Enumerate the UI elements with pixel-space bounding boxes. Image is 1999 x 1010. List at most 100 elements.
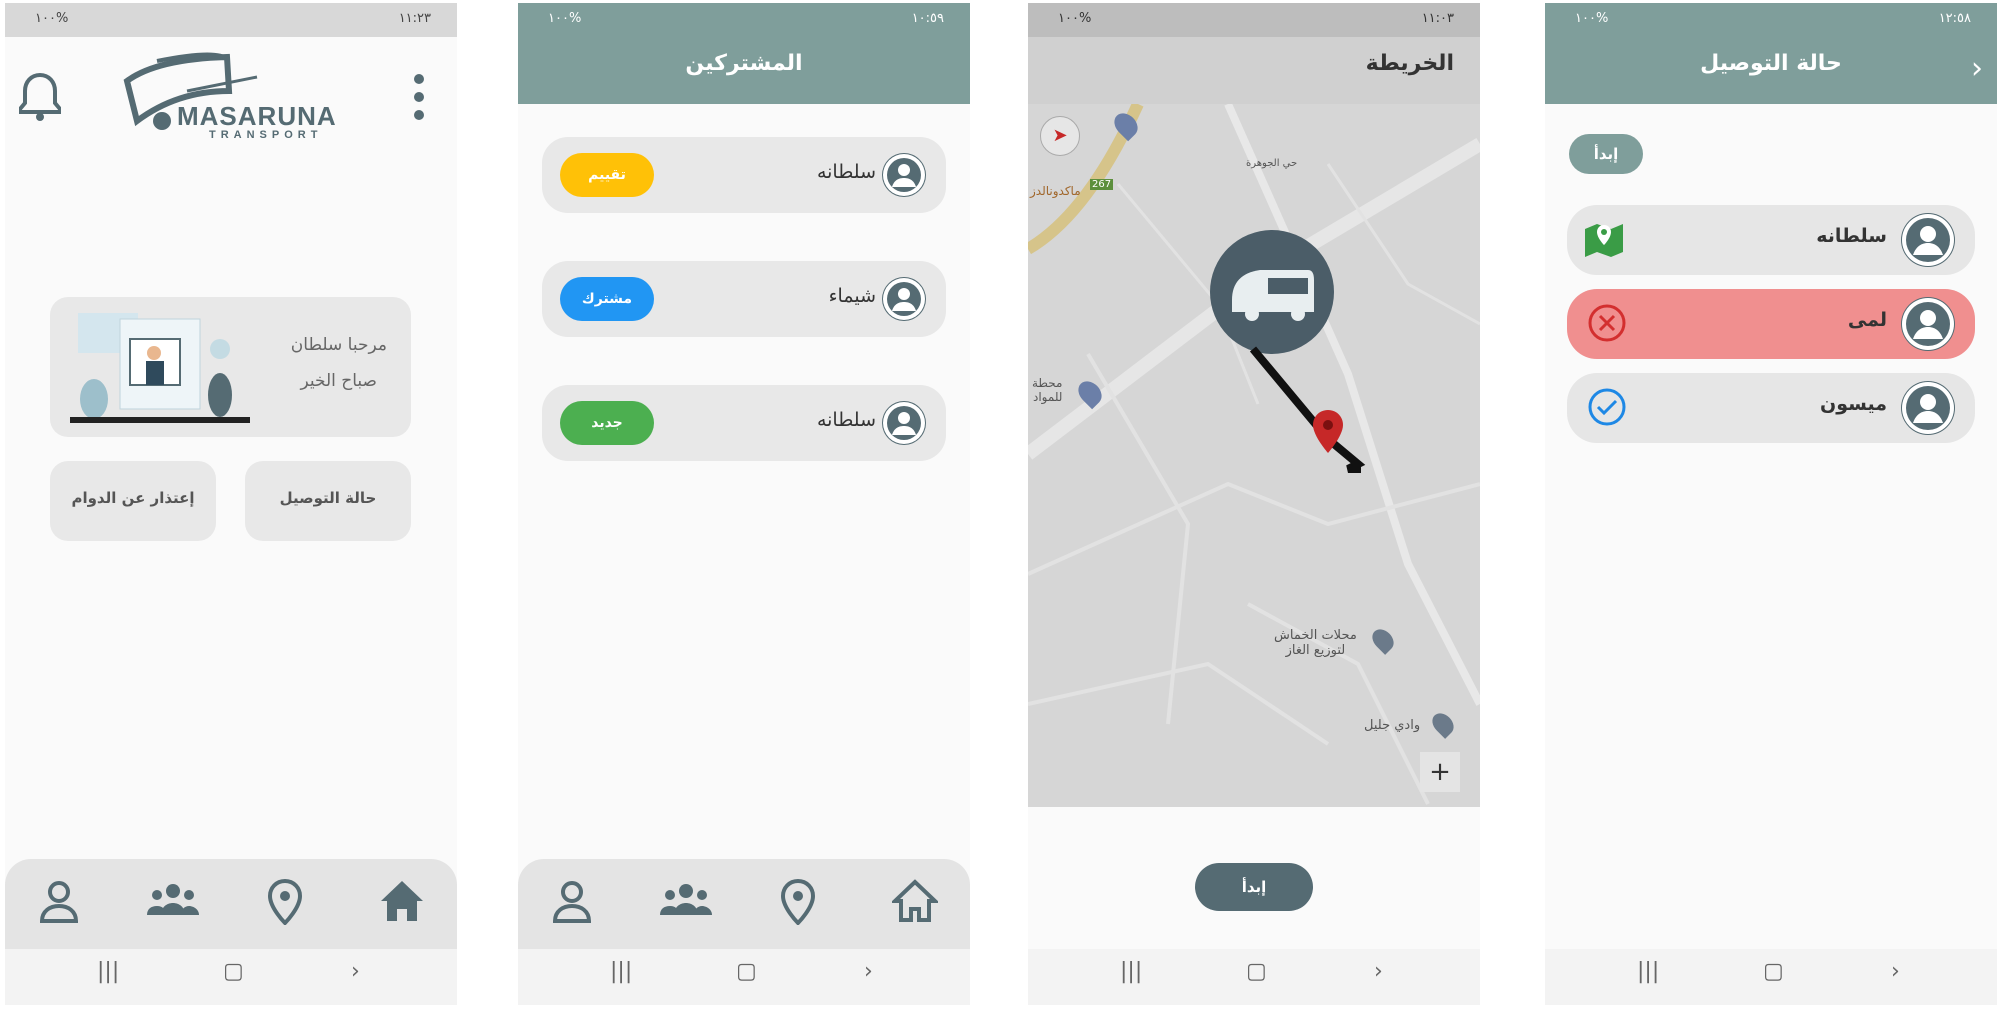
subscribers-tab[interactable] <box>658 879 712 929</box>
recents-button[interactable]: ||| <box>1120 959 1142 984</box>
status-battery: ١٠٠% <box>548 11 582 26</box>
home-icon <box>889 879 941 927</box>
greeting-card: مرحبا سلطان صباح الخير <box>50 297 411 437</box>
person-icon <box>550 881 594 927</box>
gas-line1: محلات الخماش <box>1274 628 1357 643</box>
status-time: ١١:٢٣ <box>398 11 431 26</box>
map-label-mcdonalds: ماكدونالدز <box>1030 184 1081 198</box>
start-button[interactable]: إبدأ <box>1569 134 1643 174</box>
status-bar: ١٠٠% ١٠:٥٩ <box>518 3 970 37</box>
person-icon <box>37 881 81 927</box>
greeting-line2: صباح الخير <box>300 371 377 391</box>
system-navbar: ||| ▢ › <box>1545 949 1997 1005</box>
route-line <box>1249 346 1366 473</box>
map-tab[interactable] <box>780 878 830 929</box>
logo-text: MASARUNA <box>177 101 337 131</box>
location-pin-icon <box>780 878 816 929</box>
status-battery: ١٠٠% <box>1575 11 1609 26</box>
start-button[interactable]: إبدأ <box>1195 863 1313 911</box>
back-button[interactable]: › <box>1891 959 1900 984</box>
check-circle-icon[interactable] <box>1587 387 1627 431</box>
subscribers-screen: ١٠٠% ١٠:٥٩ المشتركين سلطانه تقييم شيماء … <box>518 3 970 1005</box>
passenger-row[interactable]: لمى <box>1567 289 1975 359</box>
subscriber-name: شيماء <box>828 285 876 307</box>
home-button[interactable]: ▢ <box>736 959 757 984</box>
map-label-district: حي الجوهرة <box>1246 158 1298 169</box>
group-icon <box>145 884 201 927</box>
zoom-in-button[interactable]: + <box>1420 752 1460 792</box>
map-label-gas: محلات الخماش لتوزيع الغاز <box>1274 628 1357 658</box>
home-tab[interactable] <box>379 879 429 929</box>
map-label-valley: وادي جليل <box>1364 718 1421 733</box>
passenger-name: ميسون <box>1820 393 1887 415</box>
back-button[interactable]: › <box>1374 959 1383 984</box>
home-screen: ١٠٠% ١١:٢٣ MASARUNA TRANSPORT مرحبا سلطا… <box>5 3 457 1005</box>
status-bar: ١٠٠% ١٢:٥٨ <box>1545 3 1997 37</box>
home-button[interactable]: ▢ <box>1246 959 1267 984</box>
subscriber-row[interactable]: سلطانه جديد <box>542 385 946 461</box>
app-bar: الخريطة <box>1028 37 1480 104</box>
avatar <box>1901 297 1955 351</box>
rating-badge[interactable]: تقييم <box>560 153 654 197</box>
delivery-status-label: حالة التوصيل <box>279 489 377 507</box>
subscribers-tab[interactable] <box>145 879 199 929</box>
app-bar: حالة التوصيل › <box>1545 37 1997 104</box>
status-time: ١٠:٥٩ <box>911 11 944 26</box>
map-label-station: محطة للمواد <box>1032 376 1062 404</box>
subscribed-badge[interactable]: مشترك <box>560 277 654 321</box>
status-bar: ١٠٠% ١١:٠٣ <box>1028 3 1480 37</box>
delivery-status-screen: ١٠٠% ١٢:٥٨ حالة التوصيل › إبدأ سلطانه لم… <box>1545 3 1997 1005</box>
recents-button[interactable]: ||| <box>1637 959 1659 984</box>
profile-tab[interactable] <box>550 879 600 929</box>
road-number-badge: 267 <box>1090 179 1114 190</box>
map-view[interactable]: ➤ حي الجوهرة ماكدونالدز 267 محطة للمواد … <box>1028 104 1480 807</box>
more-vert-icon[interactable] <box>413 73 425 121</box>
destination-pin-icon <box>1312 410 1344 454</box>
cancel-circle-icon[interactable] <box>1587 303 1627 347</box>
bell-icon[interactable] <box>18 71 62 123</box>
new-badge[interactable]: جديد <box>560 401 654 445</box>
map-tab[interactable] <box>267 878 317 929</box>
status-battery: ١٠٠% <box>1058 11 1092 26</box>
subscriber-row[interactable]: سلطانه تقييم <box>542 137 946 213</box>
page-title: حالة التوصيل <box>1700 51 1842 76</box>
passenger-row[interactable]: ميسون <box>1567 373 1975 443</box>
back-button[interactable]: › <box>864 959 873 984</box>
avatar <box>1901 213 1955 267</box>
back-button[interactable]: › <box>351 959 360 984</box>
delivery-status-button[interactable]: حالة التوصيل <box>245 461 411 541</box>
profile-tab[interactable] <box>37 879 87 929</box>
passenger-name: سلطانه <box>1816 225 1887 247</box>
avatar <box>1901 381 1955 435</box>
system-navbar: ||| ▢ › <box>518 949 970 1005</box>
home-button[interactable]: ▢ <box>1763 959 1784 984</box>
status-time: ١١:٠٣ <box>1421 11 1454 26</box>
status-time: ١٢:٥٨ <box>1938 11 1971 26</box>
subscriber-row[interactable]: شيماء مشترك <box>542 261 946 337</box>
subscriber-name: سلطانه <box>816 161 876 183</box>
greeting-illustration <box>70 309 250 425</box>
page-title: الخريطة <box>1365 51 1454 76</box>
map-screen: ١٠٠% ١١:٠٣ الخريطة ➤ حي الجوهرة ماكدونال… <box>1028 3 1480 1005</box>
subscriber-name: سلطانه <box>816 409 876 431</box>
location-pin-icon <box>267 878 303 929</box>
home-button[interactable]: ▢ <box>223 959 244 984</box>
excuse-button[interactable]: إعتذار عن الدوام <box>50 461 216 541</box>
bottom-navigation <box>5 859 457 949</box>
recents-button[interactable]: ||| <box>610 959 632 984</box>
logo-subtext: TRANSPORT <box>209 129 323 141</box>
greeting-line1: مرحبا سلطان <box>290 335 387 355</box>
avatar <box>882 401 926 445</box>
app-bar: المشتركين <box>518 37 970 104</box>
station-line2: للمواد <box>1033 390 1063 404</box>
excuse-label: إعتذار عن الدوام <box>71 489 195 507</box>
passenger-row[interactable]: سلطانه <box>1567 205 1975 275</box>
station-line1: محطة <box>1032 376 1063 390</box>
logo: MASARUNA TRANSPORT <box>117 51 349 143</box>
avatar <box>882 153 926 197</box>
map-icon[interactable] <box>1583 221 1625 263</box>
group-icon <box>658 884 714 927</box>
chevron-back-icon[interactable]: › <box>1971 51 1983 86</box>
home-tab[interactable] <box>889 879 942 929</box>
recents-button[interactable]: ||| <box>97 959 119 984</box>
